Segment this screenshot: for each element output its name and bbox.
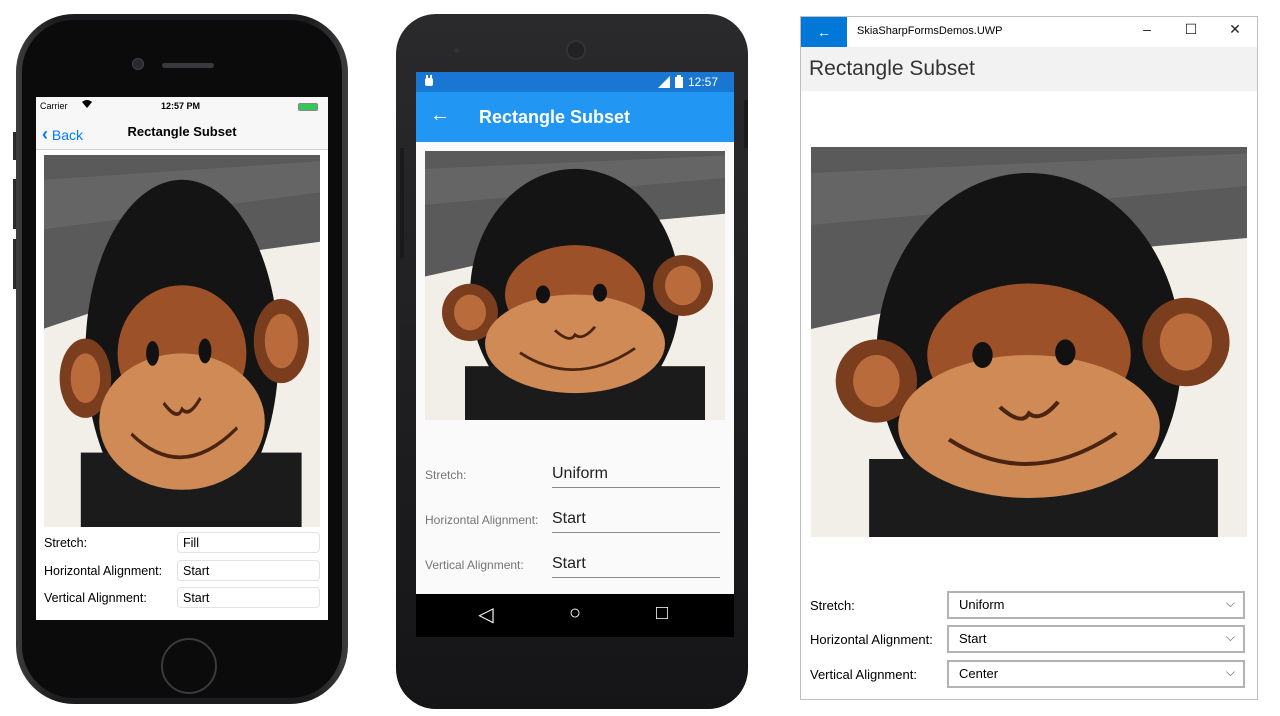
home-button[interactable] — [161, 638, 217, 694]
chevron-down-icon: ⌵ — [1225, 665, 1235, 679]
monkey-bitmap — [425, 151, 725, 420]
horizontal-alignment-label: Horizontal Alignment: — [425, 513, 539, 527]
stretch-label: Stretch: — [425, 468, 467, 482]
stretch-combobox[interactable]: Uniform ⌵ — [947, 591, 1245, 619]
wifi-icon — [81, 99, 93, 111]
mute-switch — [13, 132, 16, 160]
signal-icon — [658, 76, 670, 91]
android-navigation-bar: ◁ ○ □ — [416, 594, 734, 637]
nav-recents-icon[interactable]: □ — [642, 602, 682, 625]
page-title: Rectangle Subset — [127, 124, 237, 139]
stretch-label: Stretch: — [810, 598, 855, 613]
ios-status-bar: Carrier 12:57 PM — [36, 97, 328, 117]
nav-home-icon[interactable]: ○ — [555, 602, 595, 625]
volume-down-button — [13, 239, 16, 289]
ios-content: Stretch: Fill Horizontal Alignment: Star… — [36, 150, 328, 620]
nav-back-icon[interactable]: ◁ — [466, 602, 506, 627]
horizontal-alignment-label: Horizontal Alignment: — [44, 564, 163, 578]
power-button — [400, 148, 404, 258]
vertical-alignment-value: Center — [959, 666, 999, 681]
battery-icon — [675, 75, 683, 91]
horizontal-alignment-combobox[interactable]: Start ⌵ — [947, 625, 1245, 653]
android-toolbar: ← Rectangle Subset — [416, 92, 734, 142]
monkey-bitmap — [811, 147, 1247, 537]
page-title: Rectangle Subset — [479, 107, 631, 127]
page-title: Rectangle Subset — [809, 57, 975, 80]
ios-navigation-bar: ‹ Back Rectangle Subset — [36, 117, 328, 150]
maximize-icon[interactable]: ☐ — [1169, 21, 1213, 38]
volume-button — [744, 100, 748, 148]
uwp-title-bar: ← SkiaSharpFormsDemos.UWP – ☐ ✕ — [801, 17, 1257, 47]
uwp-page-header: Rectangle Subset — [801, 47, 1257, 91]
vertical-alignment-combobox[interactable]: Center ⌵ — [947, 660, 1245, 688]
uwp-window: ← SkiaSharpFormsDemos.UWP – ☐ ✕ Rectangl… — [800, 16, 1258, 700]
stretch-value: Uniform — [959, 597, 1005, 612]
horizontal-alignment-value: Start — [959, 631, 987, 646]
back-arrow-icon[interactable]: ← — [430, 104, 450, 127]
back-arrow-icon[interactable]: ← — [801, 17, 847, 47]
ios-screen: Carrier 12:57 PM ‹ Back Rectangle Subset… — [36, 97, 328, 620]
stretch-label: Stretch: — [44, 536, 88, 550]
battery-icon — [298, 103, 318, 111]
monkey-bitmap — [44, 155, 320, 527]
vertical-alignment-label: Vertical Alignment: — [425, 558, 524, 572]
earpiece-speaker — [162, 63, 214, 68]
ios-clock: 12:57 PM — [161, 101, 201, 111]
volume-up-button — [13, 179, 16, 229]
vertical-alignment-label: Vertical Alignment: — [44, 591, 147, 605]
vertical-alignment-label: Vertical Alignment: — [810, 667, 917, 682]
close-icon[interactable]: ✕ — [1213, 21, 1257, 38]
horizontal-alignment-picker[interactable]: Start — [552, 510, 720, 533]
front-camera-icon — [132, 58, 144, 70]
app-title: SkiaSharpFormsDemos.UWP — [857, 25, 1003, 37]
android-screen: 12:57 ← Rectangle Subset Stretch: Unifor… — [416, 72, 734, 637]
carrier-label: Carrier — [40, 101, 68, 111]
horizontal-alignment-picker[interactable]: Start — [177, 560, 320, 581]
chevron-down-icon: ⌵ — [1225, 630, 1235, 644]
vertical-alignment-picker[interactable]: Start — [552, 555, 720, 578]
minimize-icon[interactable]: – — [1125, 21, 1169, 37]
vertical-alignment-picker[interactable]: Start — [177, 587, 320, 608]
horizontal-alignment-label: Horizontal Alignment: — [810, 632, 933, 647]
stretch-picker[interactable]: Uniform — [552, 465, 720, 488]
front-camera-icon — [566, 40, 586, 60]
chevron-down-icon: ⌵ — [1225, 596, 1235, 610]
stretch-picker[interactable]: Fill — [177, 532, 320, 553]
android-clock: 12:57 — [688, 75, 719, 89]
android-status-bar: 12:57 — [416, 72, 734, 92]
sensor-dot — [454, 48, 459, 53]
android-notification-icon — [424, 75, 434, 90]
